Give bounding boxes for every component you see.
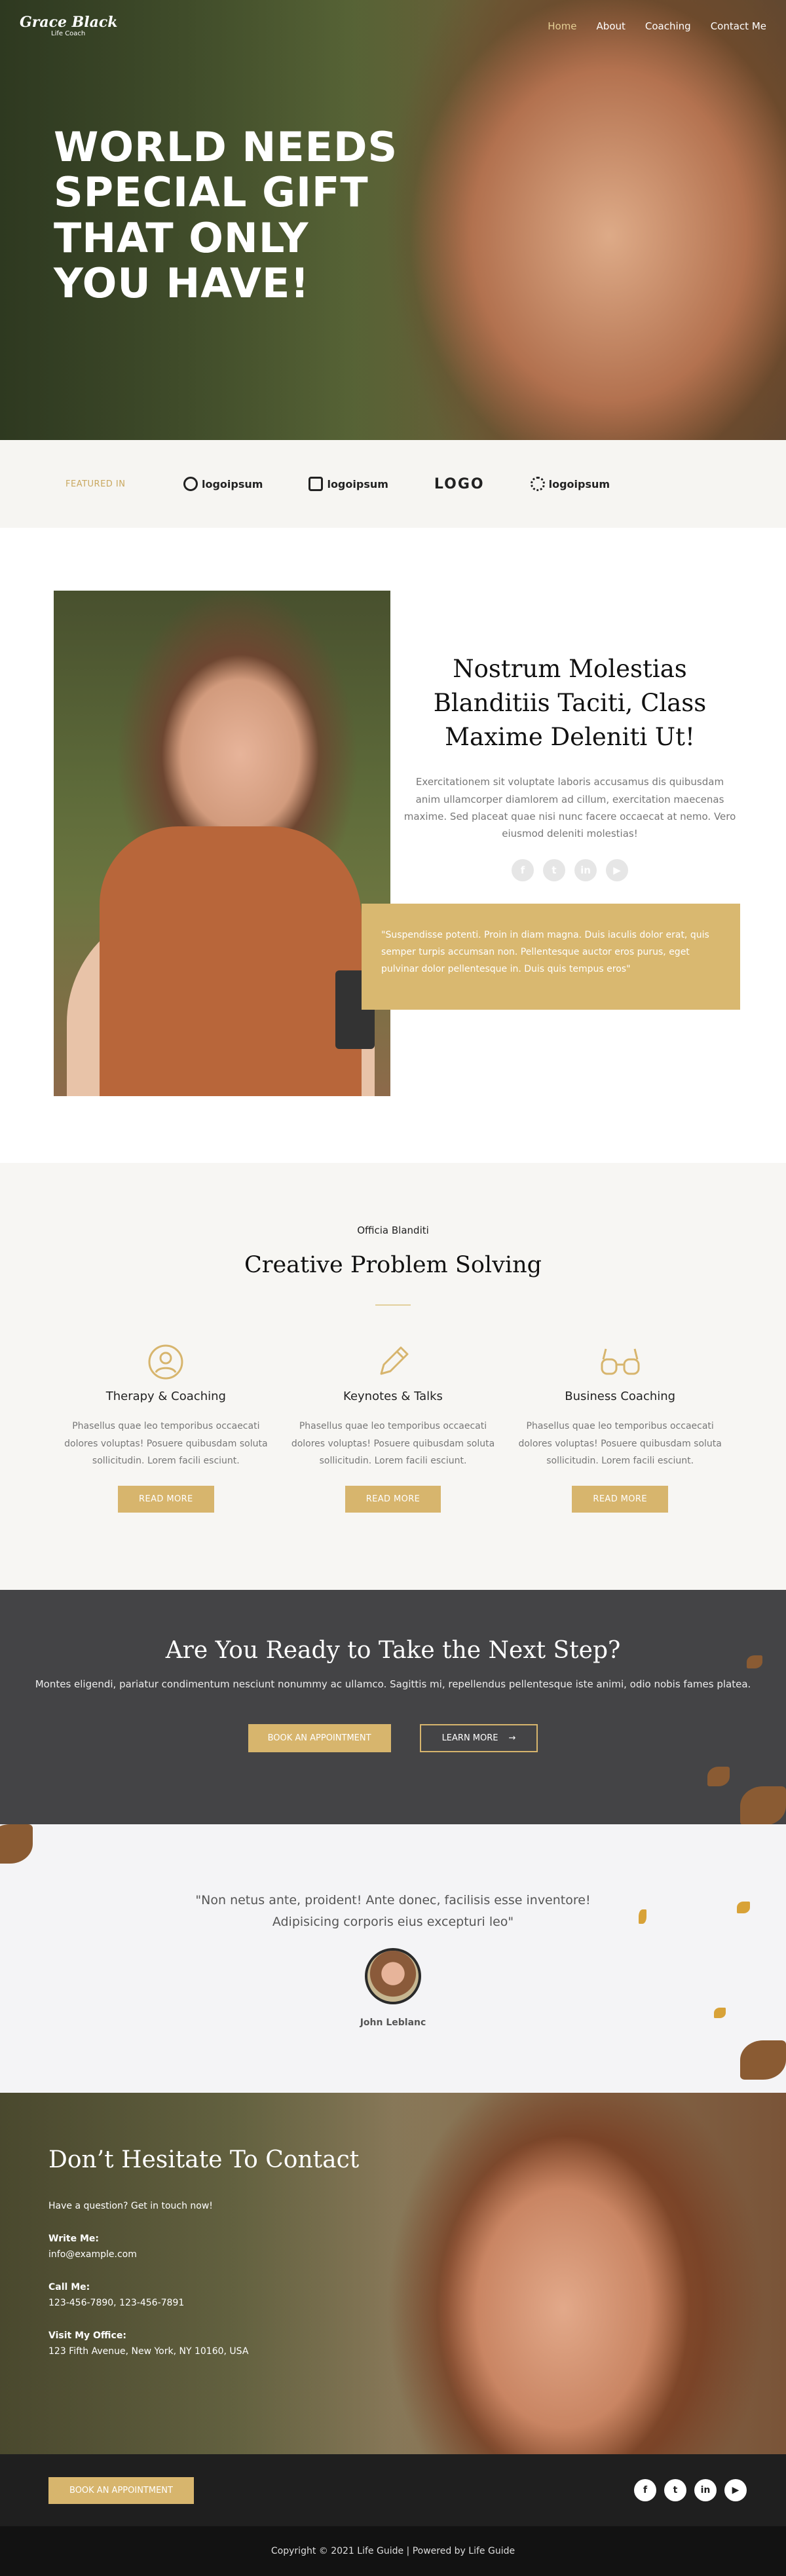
youtube-icon[interactable]: ▶: [724, 2479, 747, 2501]
nav-coaching[interactable]: Coaching: [645, 20, 691, 32]
leaf-decoration: [740, 2040, 786, 2080]
quote-box: "Suspendisse potenti. Proin in diam magn…: [362, 904, 740, 1010]
cta-heading: Are You Ready to Take the Next Step?: [165, 1637, 621, 1664]
service-columns: Therapy & Coaching Phasellus quae leo te…: [0, 1342, 786, 1513]
avatar: [365, 1947, 421, 2004]
contact-intro: Have a question? Get in touch now!: [48, 2201, 213, 2211]
footer-bottom: Copyright © 2021 Life Guide | Powered by…: [0, 2526, 786, 2576]
leaf-decoration: [737, 1902, 750, 1913]
cta-section: Are You Ready to Take the Next Step? Mon…: [0, 1590, 786, 1824]
person-icon: [58, 1342, 274, 1382]
email-link[interactable]: info@example.com: [48, 2249, 359, 2260]
services-section: Officia Blanditi Creative Problem Solvin…: [0, 1163, 786, 1590]
leaf-decoration: [740, 1786, 786, 1824]
portrait-photo: [54, 591, 390, 1096]
learn-more-button[interactable]: LEARN MORE →: [419, 1724, 538, 1752]
address-text: 123 Fifth Avenue, New York, NY 10160, US…: [48, 2346, 249, 2357]
hero-section: Grace Black Life Coach Home About Coachi…: [0, 0, 786, 440]
contact-info: Don’t Hesitate To Contact Have a questio…: [48, 2146, 359, 2357]
facebook-icon[interactable]: f: [512, 859, 534, 882]
about-text: Nostrum Molestias Blanditiis Taciti, Cla…: [403, 652, 736, 882]
leaf-decoration: [0, 1824, 33, 1864]
arrow-right-icon: →: [508, 1733, 516, 1743]
logo-mark-icon: [309, 477, 324, 491]
leaf-decoration: [707, 1767, 730, 1786]
featured-logo-text: logoipsum: [202, 477, 263, 490]
contact-section: Don’t Hesitate To Contact Have a questio…: [0, 2093, 786, 2454]
leaf-decoration: [639, 1909, 646, 1924]
glasses-icon: [512, 1342, 728, 1382]
logo-sub: Life Coach: [51, 30, 86, 37]
read-more-button[interactable]: READ MORE: [345, 1485, 441, 1513]
about-body: Exercitationem sit voluptate laboris acc…: [403, 776, 736, 840]
cta-text: Montes eligendi, pariatur condimentum ne…: [35, 1678, 751, 1690]
featured-logo-text: logoipsum: [548, 477, 610, 490]
testimonial-quote: "Non netus ante, proident! Ante donec, f…: [195, 1893, 591, 1930]
service-title: Keynotes & Talks: [343, 1389, 443, 1403]
featured-logo-2: logoipsum: [309, 477, 388, 491]
services-eyebrow: Officia Blanditi: [357, 1224, 429, 1236]
service-title: Therapy & Coaching: [105, 1389, 226, 1403]
leaf-decoration: [714, 2008, 726, 2018]
nav-home[interactable]: Home: [548, 20, 576, 32]
social-icons: f t in ▶: [403, 859, 736, 882]
site-logo[interactable]: Grace Black Life Coach: [20, 15, 118, 37]
pencil-icon: [285, 1342, 502, 1382]
linkedin-icon[interactable]: in: [694, 2479, 717, 2501]
service-title: Business Coaching: [565, 1389, 676, 1403]
visit-label: Visit My Office:: [48, 2330, 126, 2341]
twitter-icon[interactable]: t: [543, 859, 565, 882]
logo-mark-icon: [530, 477, 545, 491]
linkedin-icon[interactable]: in: [574, 859, 597, 882]
service-card: Therapy & Coaching Phasellus quae leo te…: [52, 1342, 280, 1513]
about-section: Nostrum Molestias Blanditiis Taciti, Cla…: [0, 528, 786, 1163]
testimonial-name: John Leblanc: [360, 2017, 426, 2028]
featured-logo-text: LOGO: [434, 475, 485, 492]
facebook-icon[interactable]: f: [634, 2479, 656, 2501]
phone-link[interactable]: 123-456-7890, 123-456-7891: [48, 2298, 359, 2308]
featured-logo-1: logoipsum: [183, 477, 263, 491]
about-heading: Nostrum Molestias Blanditiis Taciti, Cla…: [433, 655, 707, 751]
cta-buttons: BOOK AN APPOINTMENT LEARN MORE →: [0, 1724, 786, 1752]
featured-strip: FEATURED IN logoipsum logoipsum LOGO log…: [0, 440, 786, 528]
service-text: Phasellus quae leo temporibus occaecati …: [518, 1421, 722, 1467]
featured-label: FEATURED IN: [66, 479, 126, 489]
service-card: Business Coaching Phasellus quae leo tem…: [506, 1342, 734, 1513]
service-text: Phasellus quae leo temporibus occaecati …: [64, 1421, 268, 1467]
read-more-button[interactable]: READ MORE: [118, 1485, 214, 1513]
write-label: Write Me:: [48, 2234, 99, 2244]
heading-divider: [375, 1304, 411, 1306]
main-menu: Home About Coaching Contact Me: [548, 20, 766, 32]
logo-mark-icon: [183, 477, 198, 491]
logo-name: Grace Black: [20, 14, 118, 31]
top-nav: Grace Black Life Coach Home About Coachi…: [0, 0, 786, 52]
copyright-text: Copyright © 2021 Life Guide | Powered by…: [271, 2546, 515, 2556]
featured-logo-3: LOGO: [434, 476, 485, 492]
testimonial-section: "Non netus ante, proident! Ante donec, f…: [0, 1824, 786, 2093]
learn-more-label: LEARN MORE: [441, 1733, 498, 1743]
nav-contact[interactable]: Contact Me: [711, 20, 766, 32]
footer-top: BOOK AN APPOINTMENT f t in ▶: [0, 2454, 786, 2526]
featured-logo-text: logoipsum: [327, 477, 388, 490]
book-appointment-button[interactable]: BOOK AN APPOINTMENT: [248, 1724, 391, 1752]
featured-logo-4: logoipsum: [530, 477, 610, 491]
leaf-decoration: [747, 1655, 762, 1668]
photo-scarf: [100, 826, 362, 1096]
service-text: Phasellus quae leo temporibus occaecati …: [291, 1421, 495, 1467]
footer-appointment-button[interactable]: BOOK AN APPOINTMENT: [48, 2476, 194, 2504]
footer-social-icons: f t in ▶: [634, 2479, 747, 2501]
contact-heading: Don’t Hesitate To Contact: [48, 2146, 360, 2173]
youtube-icon[interactable]: ▶: [606, 859, 628, 882]
service-card: Keynotes & Talks Phasellus quae leo temp…: [280, 1342, 507, 1513]
nav-about[interactable]: About: [597, 20, 626, 32]
read-more-button[interactable]: READ MORE: [572, 1485, 668, 1513]
twitter-icon[interactable]: t: [664, 2479, 686, 2501]
call-label: Call Me:: [48, 2282, 90, 2292]
hero-title: WORLD NEEDS SPECIAL GIFT THAT ONLY YOU H…: [54, 123, 398, 308]
services-heading: Creative Problem Solving: [244, 1252, 542, 1278]
